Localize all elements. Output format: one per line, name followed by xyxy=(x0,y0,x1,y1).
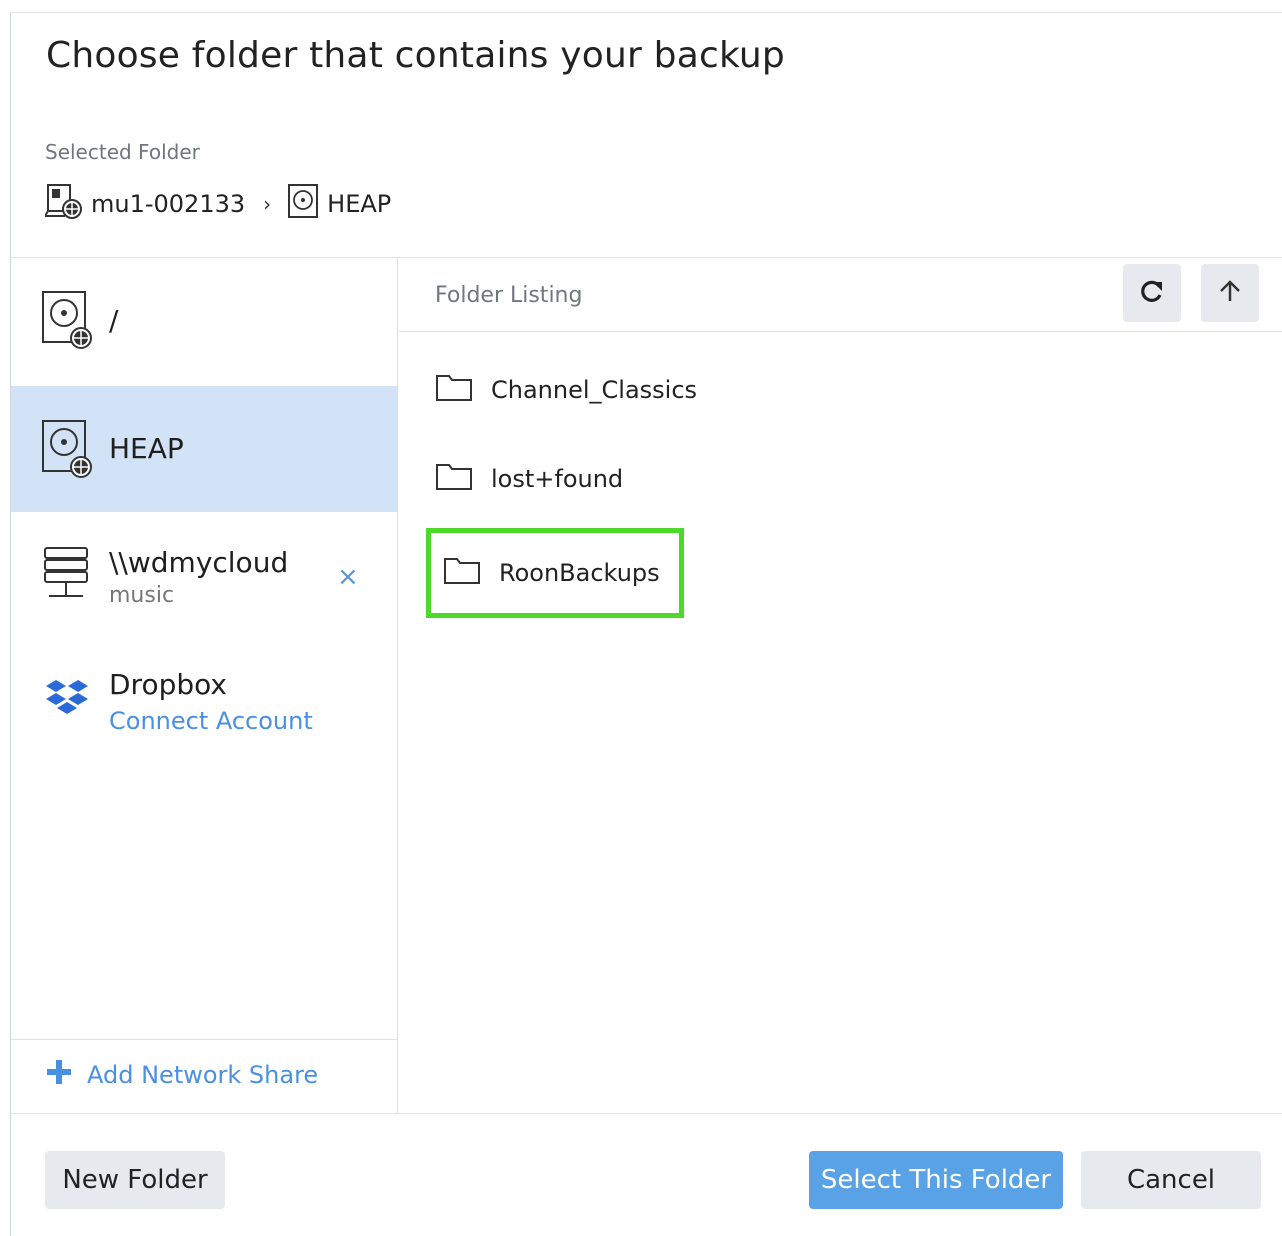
breadcrumb-separator: › xyxy=(263,192,272,216)
folder-name: Channel_Classics xyxy=(491,376,698,404)
dropbox-icon xyxy=(45,678,89,726)
sidebar-item-wdmycloud[interactable]: \\wdmycloud music × xyxy=(11,512,397,640)
sidebar-item-label: / xyxy=(109,304,119,337)
drive-icon xyxy=(287,183,319,225)
refresh-button[interactable] xyxy=(1123,264,1181,322)
cancel-button[interactable]: Cancel xyxy=(1081,1151,1261,1209)
folder-icon xyxy=(435,461,473,497)
refresh-icon xyxy=(1139,278,1165,308)
sidebar-item-sublabel: music xyxy=(109,583,175,608)
breadcrumb-drive-label: HEAP xyxy=(327,190,392,218)
add-network-share-button[interactable]: Add Network Share xyxy=(45,1058,318,1092)
server-icon xyxy=(41,546,91,608)
sidebar-item-label: Dropbox xyxy=(109,668,227,701)
breadcrumb-computer-label: mu1-002133 xyxy=(91,190,246,218)
dialog-title: Choose folder that contains your backup xyxy=(46,35,785,76)
arrow-up-icon xyxy=(1217,278,1243,308)
plus-icon xyxy=(45,1058,73,1092)
breadcrumb-item-drive[interactable]: HEAP xyxy=(287,183,391,225)
hard-drive-icon xyxy=(41,290,95,356)
sidebar-item-dropbox[interactable]: Dropbox Connect Account xyxy=(11,640,397,768)
new-folder-button[interactable]: New Folder xyxy=(45,1151,225,1209)
listing-header: Folder Listing xyxy=(399,258,1282,332)
folder-name: RoonBackups xyxy=(499,559,660,587)
close-icon[interactable]: × xyxy=(337,562,359,592)
folder-item-channel-classics[interactable]: Channel_Classics xyxy=(423,360,743,420)
select-this-folder-button[interactable]: Select This Folder xyxy=(809,1151,1063,1209)
selected-folder-label: Selected Folder xyxy=(45,140,200,164)
folder-item-lost-found[interactable]: lost+found xyxy=(423,449,683,509)
divider xyxy=(11,1113,1282,1114)
sidebar-item-heap[interactable]: HEAP xyxy=(11,386,397,512)
sidebar-item-label: \\wdmycloud xyxy=(109,546,289,579)
connect-account-link[interactable]: Connect Account xyxy=(109,707,313,735)
sidebar-item-root[interactable]: / xyxy=(11,258,397,386)
breadcrumb: mu1-002133 › HEAP xyxy=(44,182,391,226)
folder-item-roonbackups[interactable]: RoonBackups xyxy=(426,528,684,618)
folder-icon xyxy=(435,372,473,408)
choose-folder-dialog: Choose folder that contains your backup … xyxy=(10,12,1282,1236)
add-network-share-label: Add Network Share xyxy=(87,1061,319,1089)
folder-name: lost+found xyxy=(491,465,624,493)
breadcrumb-item-computer[interactable]: mu1-002133 xyxy=(44,182,246,226)
up-button[interactable] xyxy=(1201,264,1259,322)
hard-drive-icon xyxy=(41,419,95,485)
sidebar: / HEAP \\wdmycloud music × Dropbox Conne… xyxy=(11,258,398,1113)
computer-icon xyxy=(44,182,83,226)
sidebar-item-label: HEAP xyxy=(109,432,184,465)
folder-icon xyxy=(443,555,481,591)
folder-listing-panel: Folder Listing Channel_Classics lost+fou… xyxy=(399,258,1282,1113)
folder-listing-label: Folder Listing xyxy=(435,283,583,308)
divider xyxy=(11,1039,397,1040)
